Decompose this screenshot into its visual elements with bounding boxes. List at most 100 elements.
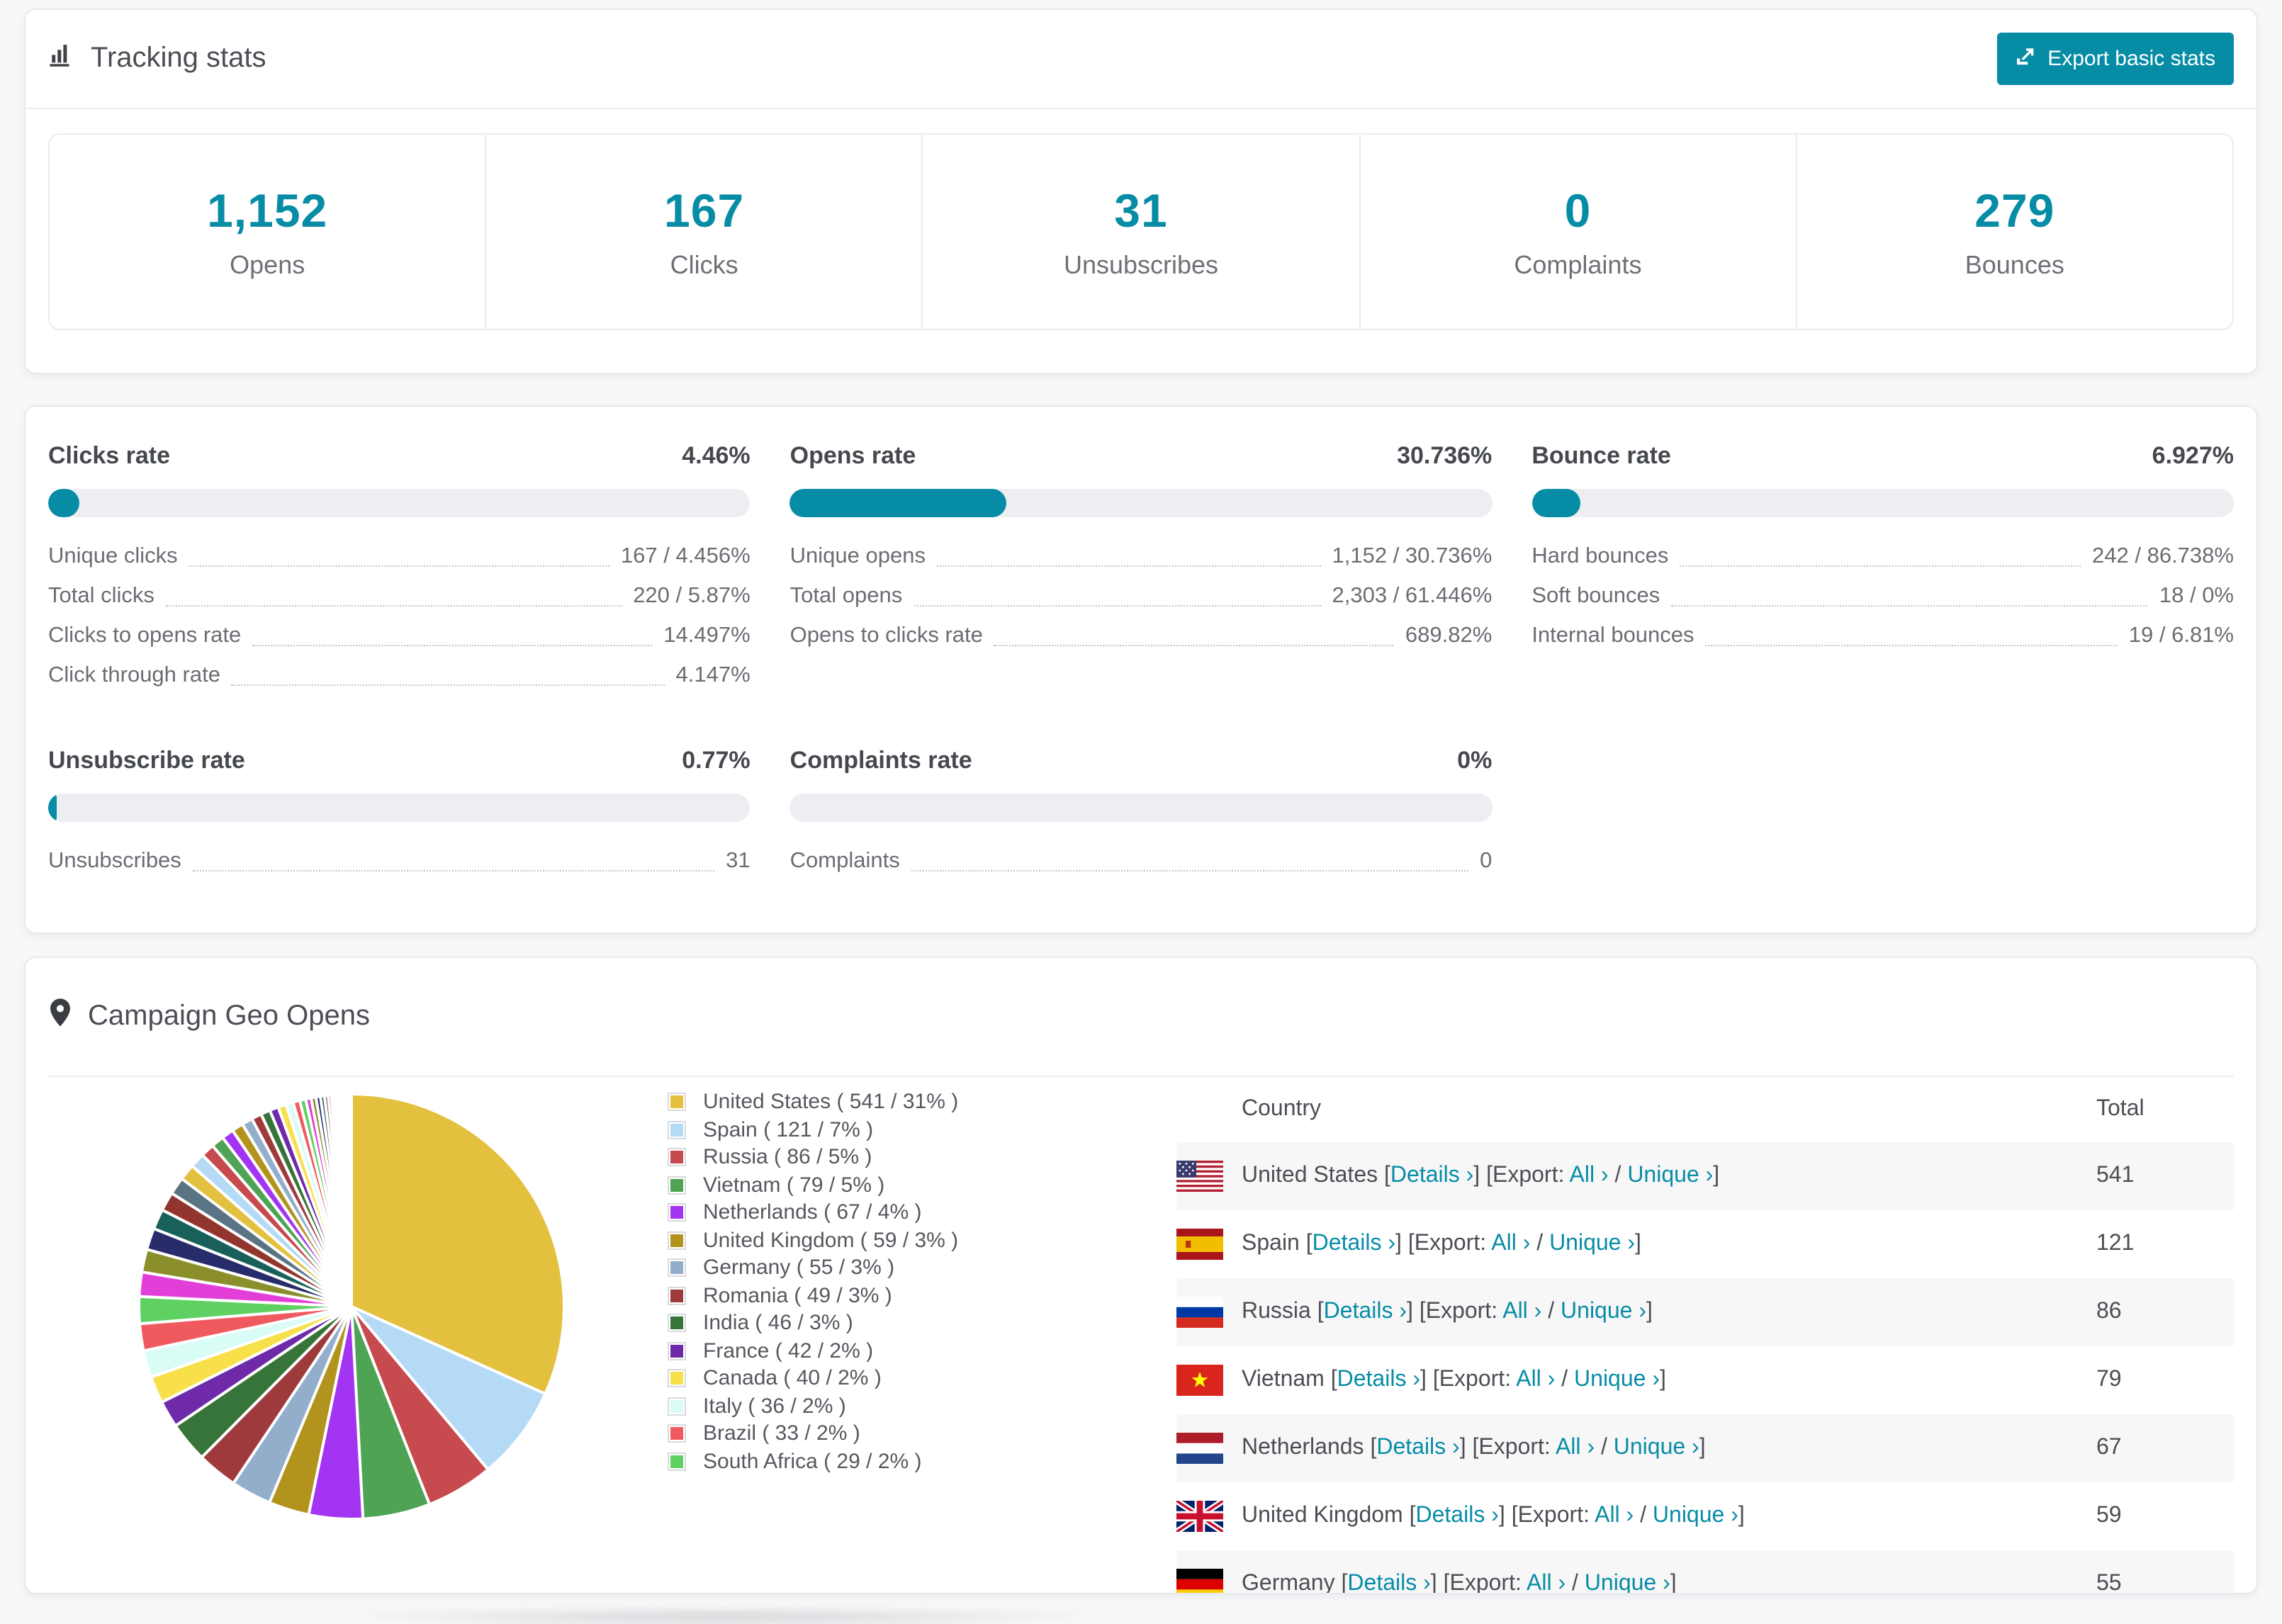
legend-label: Germany ( 55 / 3% ) [703,1256,895,1280]
legend-swatch [668,1258,686,1278]
legend-label: Italy ( 36 / 2% ) [703,1394,846,1419]
detail-value: 2,303 / 61.446% [1332,584,1493,608]
campaign-geo-opens-card: Campaign Geo Opens United States ( 541 /… [24,957,2258,1594]
legend-label: Brazil ( 33 / 2% ) [703,1421,860,1446]
export-all-link[interactable]: All › [1556,1436,1595,1460]
details-link[interactable]: Details › [1324,1299,1407,1324]
detail-value: 242 / 86.738% [2092,544,2234,568]
country-cell: Netherlands [Details ›] [Export: All › /… [1242,1436,1706,1460]
detail-label: Unique clicks [48,544,178,568]
detail-row: Total clicks 220 / 5.87% [48,577,751,616]
details-link[interactable]: Details › [1390,1163,1473,1188]
export-unique-link[interactable]: Unique › [1614,1436,1699,1460]
export-unique-link[interactable]: Unique › [1585,1572,1670,1593]
export-all-link[interactable]: All › [1502,1299,1541,1324]
details-link[interactable]: Details › [1347,1572,1430,1593]
flag-vn-icon [1176,1365,1223,1396]
legend-swatch [668,1397,686,1416]
export-unique-link[interactable]: Unique › [1653,1504,1738,1528]
progress-fill [48,794,57,822]
rate-value: 4.46% [682,442,751,469]
tracking-stats-card: Tracking stats Export basic stats 1,152 … [24,9,2258,374]
dotted-leader [1705,645,2118,646]
geo-table-row-spain: Spain [Details ›] [Export: All › / Uniqu… [1176,1210,2234,1278]
legend-swatch [668,1203,686,1222]
rate-title: Clicks rate [48,442,170,469]
total-cell: 541 [2096,1163,2135,1188]
progress-track [1531,489,2234,517]
rate-title: Complaints rate [789,747,972,774]
geo-table-header: Country Total [1176,1077,2234,1142]
details-link[interactable]: Details › [1376,1436,1459,1460]
rate-value: 0.77% [682,747,751,774]
details-link[interactable]: Details › [1313,1231,1395,1256]
geo-country-table: Country Total United States [Details ›] … [1176,1077,2234,1594]
export-icon [2015,45,2036,72]
export-all-link[interactable]: All › [1595,1504,1634,1528]
legend-item-united-kingdom: United Kingdom ( 59 / 3% ) [668,1227,1079,1254]
geo-table-row-netherlands: Netherlands [Details ›] [Export: All › /… [1176,1414,2234,1482]
rate-title: Opens rate [789,442,916,469]
detail-label: Opens to clicks rate [789,624,983,648]
summary-stat-complaints: 0 Complaints [1360,135,1797,329]
legend-item-india: India ( 46 / 3% ) [668,1309,1079,1337]
flag-gb-icon [1176,1501,1223,1532]
legend-label: France ( 42 / 2% ) [703,1338,874,1363]
dotted-leader [911,870,1469,872]
export-unique-link[interactable]: Unique › [1549,1231,1635,1256]
detail-label: Click through rate [48,663,220,687]
rate-title: Bounce rate [1531,442,1671,469]
rate-head: Clicks rate 4.46% [48,442,751,470]
progress-track [789,489,1493,517]
detail-row: Clicks to opens rate 14.497% [48,616,751,656]
dotted-leader [252,645,653,646]
dotted-leader [189,565,609,567]
geo-pie-chart [125,1080,578,1533]
pie-svg [137,1092,566,1521]
export-basic-stats-button[interactable]: Export basic stats [1996,33,2234,85]
export-unique-link[interactable]: Unique › [1627,1163,1713,1188]
details-link[interactable]: Details › [1337,1368,1420,1392]
detail-row: Hard bounces 242 / 86.738% [1531,537,2234,577]
detail-row: Unsubscribes 31 [48,842,751,881]
legend-label: Russia ( 86 / 5% ) [703,1145,872,1170]
legend-label: United States ( 541 / 31% ) [703,1090,959,1115]
legend-label: Spain ( 121 / 7% ) [703,1117,874,1142]
rates-grid: Clicks rate 4.46% Unique clicks 167 / 4.… [48,407,2234,932]
detail-row: Unique clicks 167 / 4.456% [48,537,751,577]
stat-label: Unsubscribes [1063,250,1219,278]
export-all-link[interactable]: All › [1527,1572,1566,1593]
summary-stats-box: 1,152 Opens 167 Clicks 31 Unsubscribes 0 Co… [48,133,2234,330]
bar-chart-icon [48,41,75,77]
total-cell: 86 [2096,1299,2122,1324]
detail-value: 689.82% [1405,624,1493,648]
dotted-leader [165,605,622,607]
rate-section-opens-rate: Opens rate 30.736% Unique opens 1,152 / … [789,442,1493,696]
export-all-link[interactable]: All › [1491,1231,1530,1256]
legend-swatch [668,1369,686,1388]
legend-item-south-africa: South Africa ( 29 / 2% ) [668,1448,1079,1475]
export-unique-link[interactable]: Unique › [1561,1299,1646,1324]
details-link[interactable]: Details › [1416,1504,1499,1528]
legend-item-italy: Italy ( 36 / 2% ) [668,1392,1079,1420]
legend-item-spain: Spain ( 121 / 7% ) [668,1116,1079,1144]
legend-label: Romania ( 49 / 3% ) [703,1283,892,1308]
stat-value: 0 [1564,184,1592,236]
export-all-link[interactable]: All › [1516,1368,1555,1392]
rate-section-complaints-rate: Complaints rate 0% Complaints 0 [789,747,1493,881]
flag-de-icon [1176,1569,1223,1593]
dotted-leader [1680,565,2081,567]
rate-head: Bounce rate 6.927% [1531,442,2234,470]
legend-item-germany: Germany ( 55 / 3% ) [668,1254,1079,1282]
detail-value: 0 [1480,849,1493,873]
detail-row: Opens to clicks rate 689.82% [790,616,1493,656]
flag-es-icon [1176,1229,1223,1260]
geo-table-row-vietnam: Vietnam [Details ›] [Export: All › / Uni… [1176,1346,2234,1414]
total-cell: 55 [2096,1572,2122,1594]
legend-item-brazil: Brazil ( 33 / 2% ) [668,1420,1079,1448]
export-unique-link[interactable]: Unique › [1574,1368,1660,1392]
stat-label: Clicks [670,250,738,278]
rate-head: Opens rate 30.736% [790,442,1493,470]
export-all-link[interactable]: All › [1570,1163,1609,1188]
geo-table-row-united-states: United States [Details ›] [Export: All ›… [1176,1142,2234,1210]
